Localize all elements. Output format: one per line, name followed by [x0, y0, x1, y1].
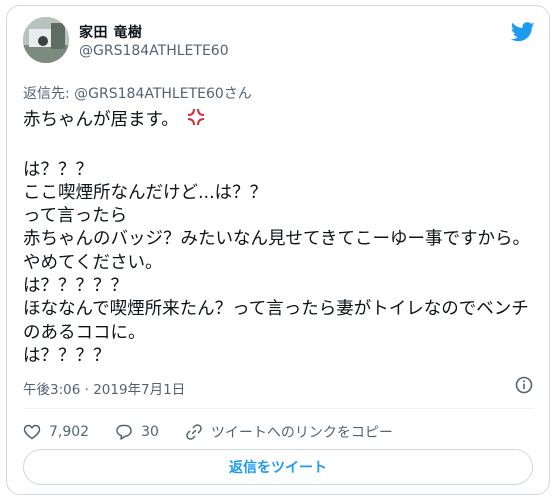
- tweet-timestamp[interactable]: 午後3:06 · 2019年7月1日: [23, 378, 185, 398]
- tweet-body: は？？？ ここ喫煙所なんだけど...は？？ って言ったら 赤ちゃんのバッジ？みた…: [23, 159, 530, 366]
- speech-bubble-icon: [116, 424, 132, 440]
- reply-to-label: 返信先: @GRS184ATHLETE60さん: [23, 86, 252, 102]
- like-count: 7,902: [49, 424, 90, 440]
- heart-icon: [23, 424, 41, 440]
- copy-link-button[interactable]: ツイートへのリンクをコピー: [185, 422, 393, 442]
- like-button[interactable]: 7,902: [23, 423, 89, 441]
- tweet-card: 家田 竜樹 @GRS184ATHLETE60 返信先: @GRS184ATHLE…: [6, 5, 550, 495]
- action-bar: 7,902 30 ツイートへのリンクをコピー: [23, 419, 419, 445]
- anger-symbol-icon: [185, 106, 207, 135]
- info-icon[interactable]: [515, 376, 533, 394]
- reply-tweet-button[interactable]: 返信をツイート: [23, 449, 533, 485]
- link-icon: [186, 424, 202, 440]
- reply-count: 30: [141, 424, 159, 440]
- author-handle[interactable]: @GRS184ATHLETE60: [79, 43, 229, 59]
- avatar[interactable]: [23, 17, 69, 63]
- copy-link-label: ツイートへのリンクをコピー: [210, 425, 393, 441]
- reply-count-button[interactable]: 30: [115, 423, 159, 441]
- tweet-text: 赤ちゃんが居ます。 は？？？ ここ喫煙所なんだけど...は？？ って言ったら 赤…: [23, 106, 538, 368]
- author-name[interactable]: 家田 竜樹: [79, 22, 142, 42]
- twitter-bird-icon[interactable]: [511, 22, 535, 42]
- divider: [23, 408, 533, 409]
- tweet-first-line: 赤ちゃんが居ます。: [23, 110, 179, 130]
